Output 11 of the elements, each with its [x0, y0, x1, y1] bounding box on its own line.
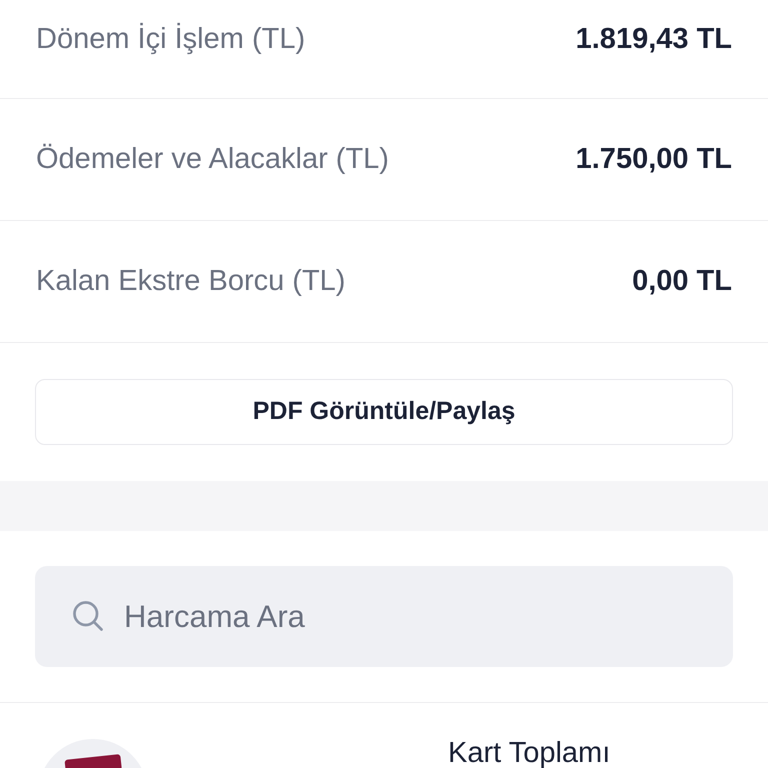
summary-value: 1.819,43 TL [576, 22, 732, 58]
card-total-label: Kart Toplamı [448, 739, 610, 768]
search-icon [70, 598, 106, 634]
summary-value: 0,00 TL [632, 264, 732, 299]
search-field[interactable]: Harcama Ara [35, 566, 733, 667]
summary-label: Dönem İçi İşlem (TL) [36, 22, 306, 58]
card-icon [63, 753, 123, 768]
summary-label: Kalan Ekstre Borcu (TL) [36, 264, 346, 299]
summary-label: Ödemeler ve Alacaklar (TL) [36, 142, 389, 177]
summary-value: 1.750,00 TL [576, 142, 732, 177]
pdf-view-share-button[interactable]: PDF Görüntüle/Paylaş [35, 379, 733, 445]
